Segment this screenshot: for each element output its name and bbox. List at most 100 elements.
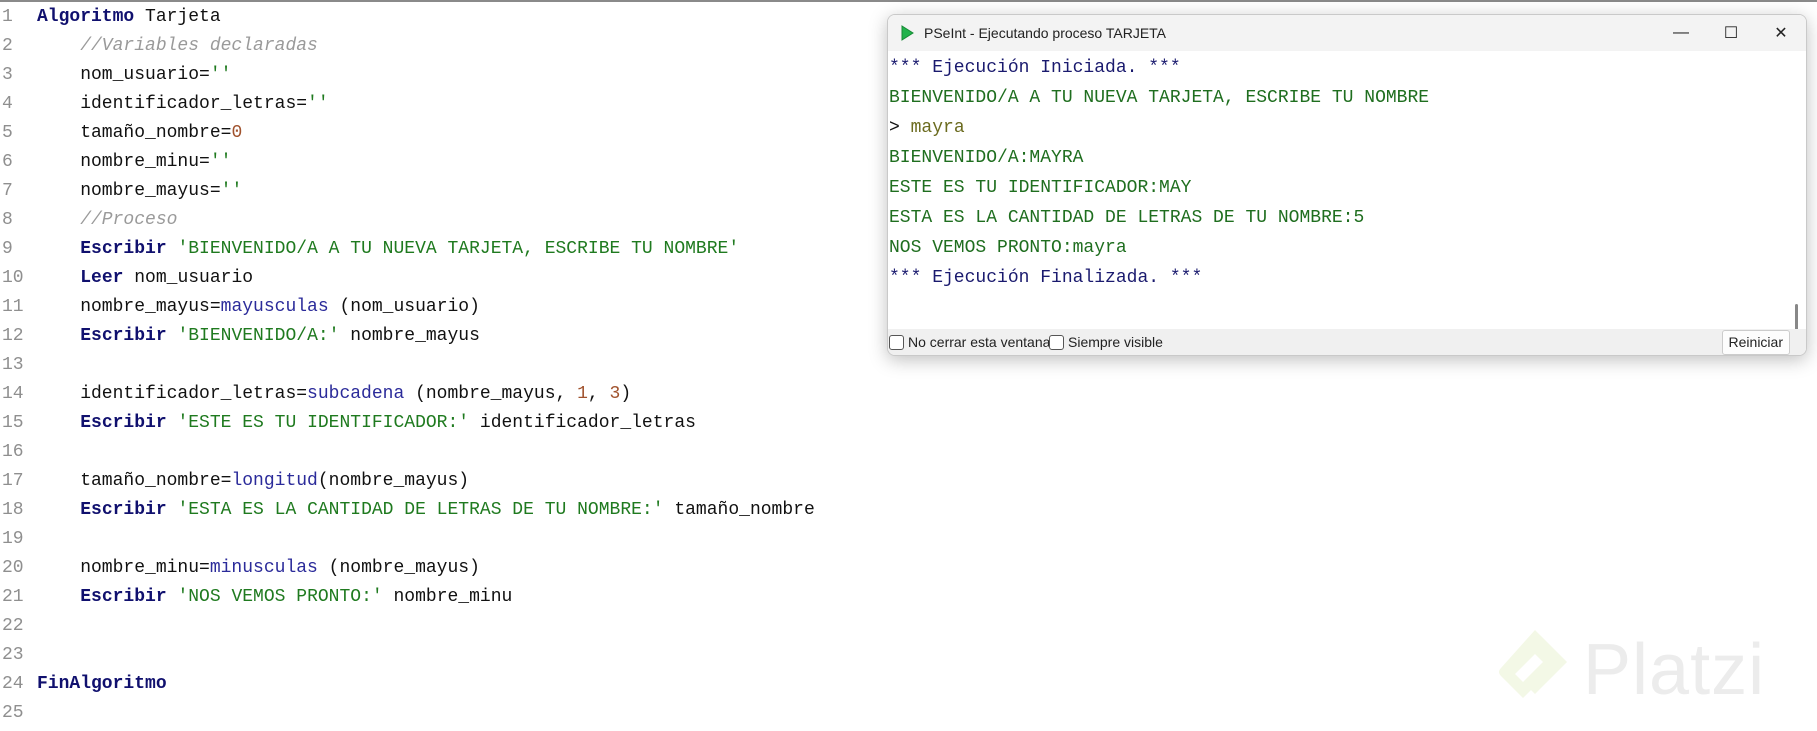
line-number: 22 [2, 616, 24, 636]
line-number: 1 [2, 7, 13, 27]
bottom-bar: No cerrar esta ventana Siempre visible R… [888, 329, 1806, 355]
siempre-visible-checkbox[interactable]: Siempre visible [1049, 334, 1163, 350]
console-text-sys: *** Ejecución Iniciada. *** [889, 58, 1181, 78]
code-line[interactable]: 17 tamaño_nombre=longitud(nombre_mayus) [0, 467, 1817, 496]
code-token-id: tamaño_nombre= [37, 123, 232, 143]
no-cerrar-label: No cerrar esta ventana [908, 334, 1051, 350]
platzi-watermark: Platzi [1495, 620, 1765, 720]
code-token-str: 'NOS VEMOS PRONTO:' [166, 587, 383, 607]
code-token-id: nombre_mayus= [37, 181, 221, 201]
code-line[interactable]: 14 identificador_letras=subcadena (nombr… [0, 380, 1817, 409]
code-token-str: 'ESTA ES LA CANTIDAD DE LETRAS DE TU NOM… [166, 500, 664, 520]
code-text: //Proceso [37, 206, 177, 235]
no-cerrar-checkbox[interactable]: No cerrar esta ventana [889, 334, 1050, 350]
console-text-out: NOS VEMOS PRONTO:mayra [889, 238, 1127, 258]
code-line[interactable]: 21 Escribir 'NOS VEMOS PRONTO:' nombre_m… [0, 583, 1817, 612]
code-token-kw: Escribir [80, 587, 167, 607]
code-text: Escribir 'NOS VEMOS PRONTO:' nombre_minu [37, 583, 512, 612]
line-number: 13 [2, 355, 24, 375]
code-token-fn: minusculas [209, 558, 318, 578]
line-number: 16 [2, 442, 24, 462]
console-text-out: ESTA ES LA CANTIDAD DE LETRAS DE TU NOMB… [889, 208, 1365, 228]
line-number: 5 [2, 123, 13, 143]
line-number: 18 [2, 500, 24, 520]
line-number: 4 [2, 94, 13, 114]
code-text: Algoritmo Tarjeta [37, 3, 221, 32]
pseint-play-icon [901, 25, 914, 41]
code-text: identificador_letras='' [37, 90, 329, 119]
code-token-fn: longitud [231, 471, 318, 491]
minimize-button[interactable]: — [1656, 15, 1706, 51]
console-scrollbar[interactable] [1795, 304, 1798, 331]
code-token-num: 1 [577, 384, 588, 404]
console-line: BIENVENIDO/A:MAYRA [889, 143, 1083, 173]
platzi-logo-icon [1499, 630, 1567, 698]
code-token-kw: Escribir [80, 326, 167, 346]
window-title: PSeInt - Ejecutando proceso TARJETA [924, 25, 1167, 41]
platzi-watermark-text: Platzi [1583, 630, 1766, 710]
code-line[interactable]: 16 [0, 438, 1817, 467]
checkbox-icon [1049, 334, 1064, 350]
console-line: ESTE ES TU IDENTIFICADOR:MAY [889, 173, 1191, 203]
code-token-id: nom_usuario [123, 268, 254, 288]
code-text: nombre_mayus=mayusculas (nom_usuario) [37, 293, 480, 322]
code-line[interactable]: 18 Escribir 'ESTA ES LA CANTIDAD DE LETR… [0, 496, 1817, 525]
console-line: *** Ejecución Iniciada. *** [889, 53, 1181, 83]
code-token-id: nombre_mayus [339, 326, 480, 346]
code-token-id: nombre_minu [382, 587, 513, 607]
code-token-kw: Algoritmo [37, 7, 135, 27]
code-token-id: (nombre_mayus) [317, 558, 480, 578]
code-token-str: 'BIENVENIDO/A A TU NUEVA TARJETA, ESCRIB… [166, 239, 740, 259]
code-token-id: identificador_letras= [37, 94, 308, 114]
console-text-inp: mayra [910, 118, 965, 138]
line-number: 14 [2, 384, 24, 404]
close-button[interactable]: ✕ [1756, 15, 1806, 51]
console-output[interactable]: *** Ejecución Iniciada. *** BIENVENIDO/A … [888, 51, 1806, 329]
code-token-id [37, 500, 80, 520]
code-token-id: identificador_letras [469, 413, 696, 433]
title-bar[interactable]: PSeInt - Ejecutando proceso TARJETA — ☐ … [888, 15, 1806, 51]
code-text: //Variables declaradas [37, 32, 318, 61]
code-line[interactable]: 15 Escribir 'ESTE ES TU IDENTIFICADOR:' … [0, 409, 1817, 438]
line-number: 7 [2, 181, 13, 201]
code-text: Escribir 'BIENVENIDO/A A TU NUEVA TARJET… [37, 235, 739, 264]
pseint-execution-window: PSeInt - Ejecutando proceso TARJETA — ☐ … [887, 14, 1807, 356]
code-text: Escribir 'BIENVENIDO/A:' nombre_mayus [37, 322, 480, 351]
console-line: *** Ejecución Finalizada. *** [889, 263, 1202, 293]
code-token-fn: subcadena [307, 384, 405, 404]
code-token-kw: Escribir [80, 413, 167, 433]
line-number: 15 [2, 413, 24, 433]
code-line[interactable]: 20 nombre_minu=minusculas (nombre_mayus) [0, 554, 1817, 583]
console-text-out: BIENVENIDO/A A TU NUEVA TARJETA, ESCRIBE… [889, 88, 1430, 108]
code-text: identificador_letras=subcadena (nombre_m… [37, 380, 631, 409]
code-token-str: '' [307, 94, 329, 114]
code-text: FinAlgoritmo [37, 670, 167, 699]
code-token-id [37, 326, 80, 346]
code-text: tamaño_nombre=0 [37, 119, 242, 148]
line-number: 19 [2, 529, 24, 549]
line-number: 20 [2, 558, 24, 578]
line-number: 25 [2, 703, 24, 723]
code-token-kw: Escribir [80, 500, 167, 520]
code-line[interactable]: 19 [0, 525, 1817, 554]
line-number: 11 [2, 297, 24, 317]
console-line: BIENVENIDO/A A TU NUEVA TARJETA, ESCRIBE… [889, 83, 1429, 113]
code-token-kw: Leer [80, 268, 124, 288]
line-number: 24 [2, 674, 24, 694]
code-token-id: ) [620, 384, 632, 404]
close-icon: ✕ [1774, 25, 1788, 42]
top-border [0, 0, 1817, 2]
code-token-fn: mayusculas [220, 297, 329, 317]
code-token-id: identificador_letras= [37, 384, 308, 404]
code-text: Escribir 'ESTE ES TU IDENTIFICADOR:' ide… [37, 409, 696, 438]
code-token-id: Tarjeta [134, 7, 221, 27]
code-token-id: nombre_minu= [37, 558, 210, 578]
code-token-id: nom_usuario= [37, 65, 210, 85]
code-token-str: '' [209, 152, 232, 172]
maximize-button[interactable]: ☐ [1706, 15, 1756, 51]
code-token-id: nombre_minu= [37, 152, 210, 172]
reiniciar-button[interactable]: Reiniciar [1721, 330, 1790, 355]
line-number: 23 [2, 645, 24, 665]
code-token-num: 3 [609, 384, 621, 404]
minimize-icon: — [1673, 24, 1689, 41]
